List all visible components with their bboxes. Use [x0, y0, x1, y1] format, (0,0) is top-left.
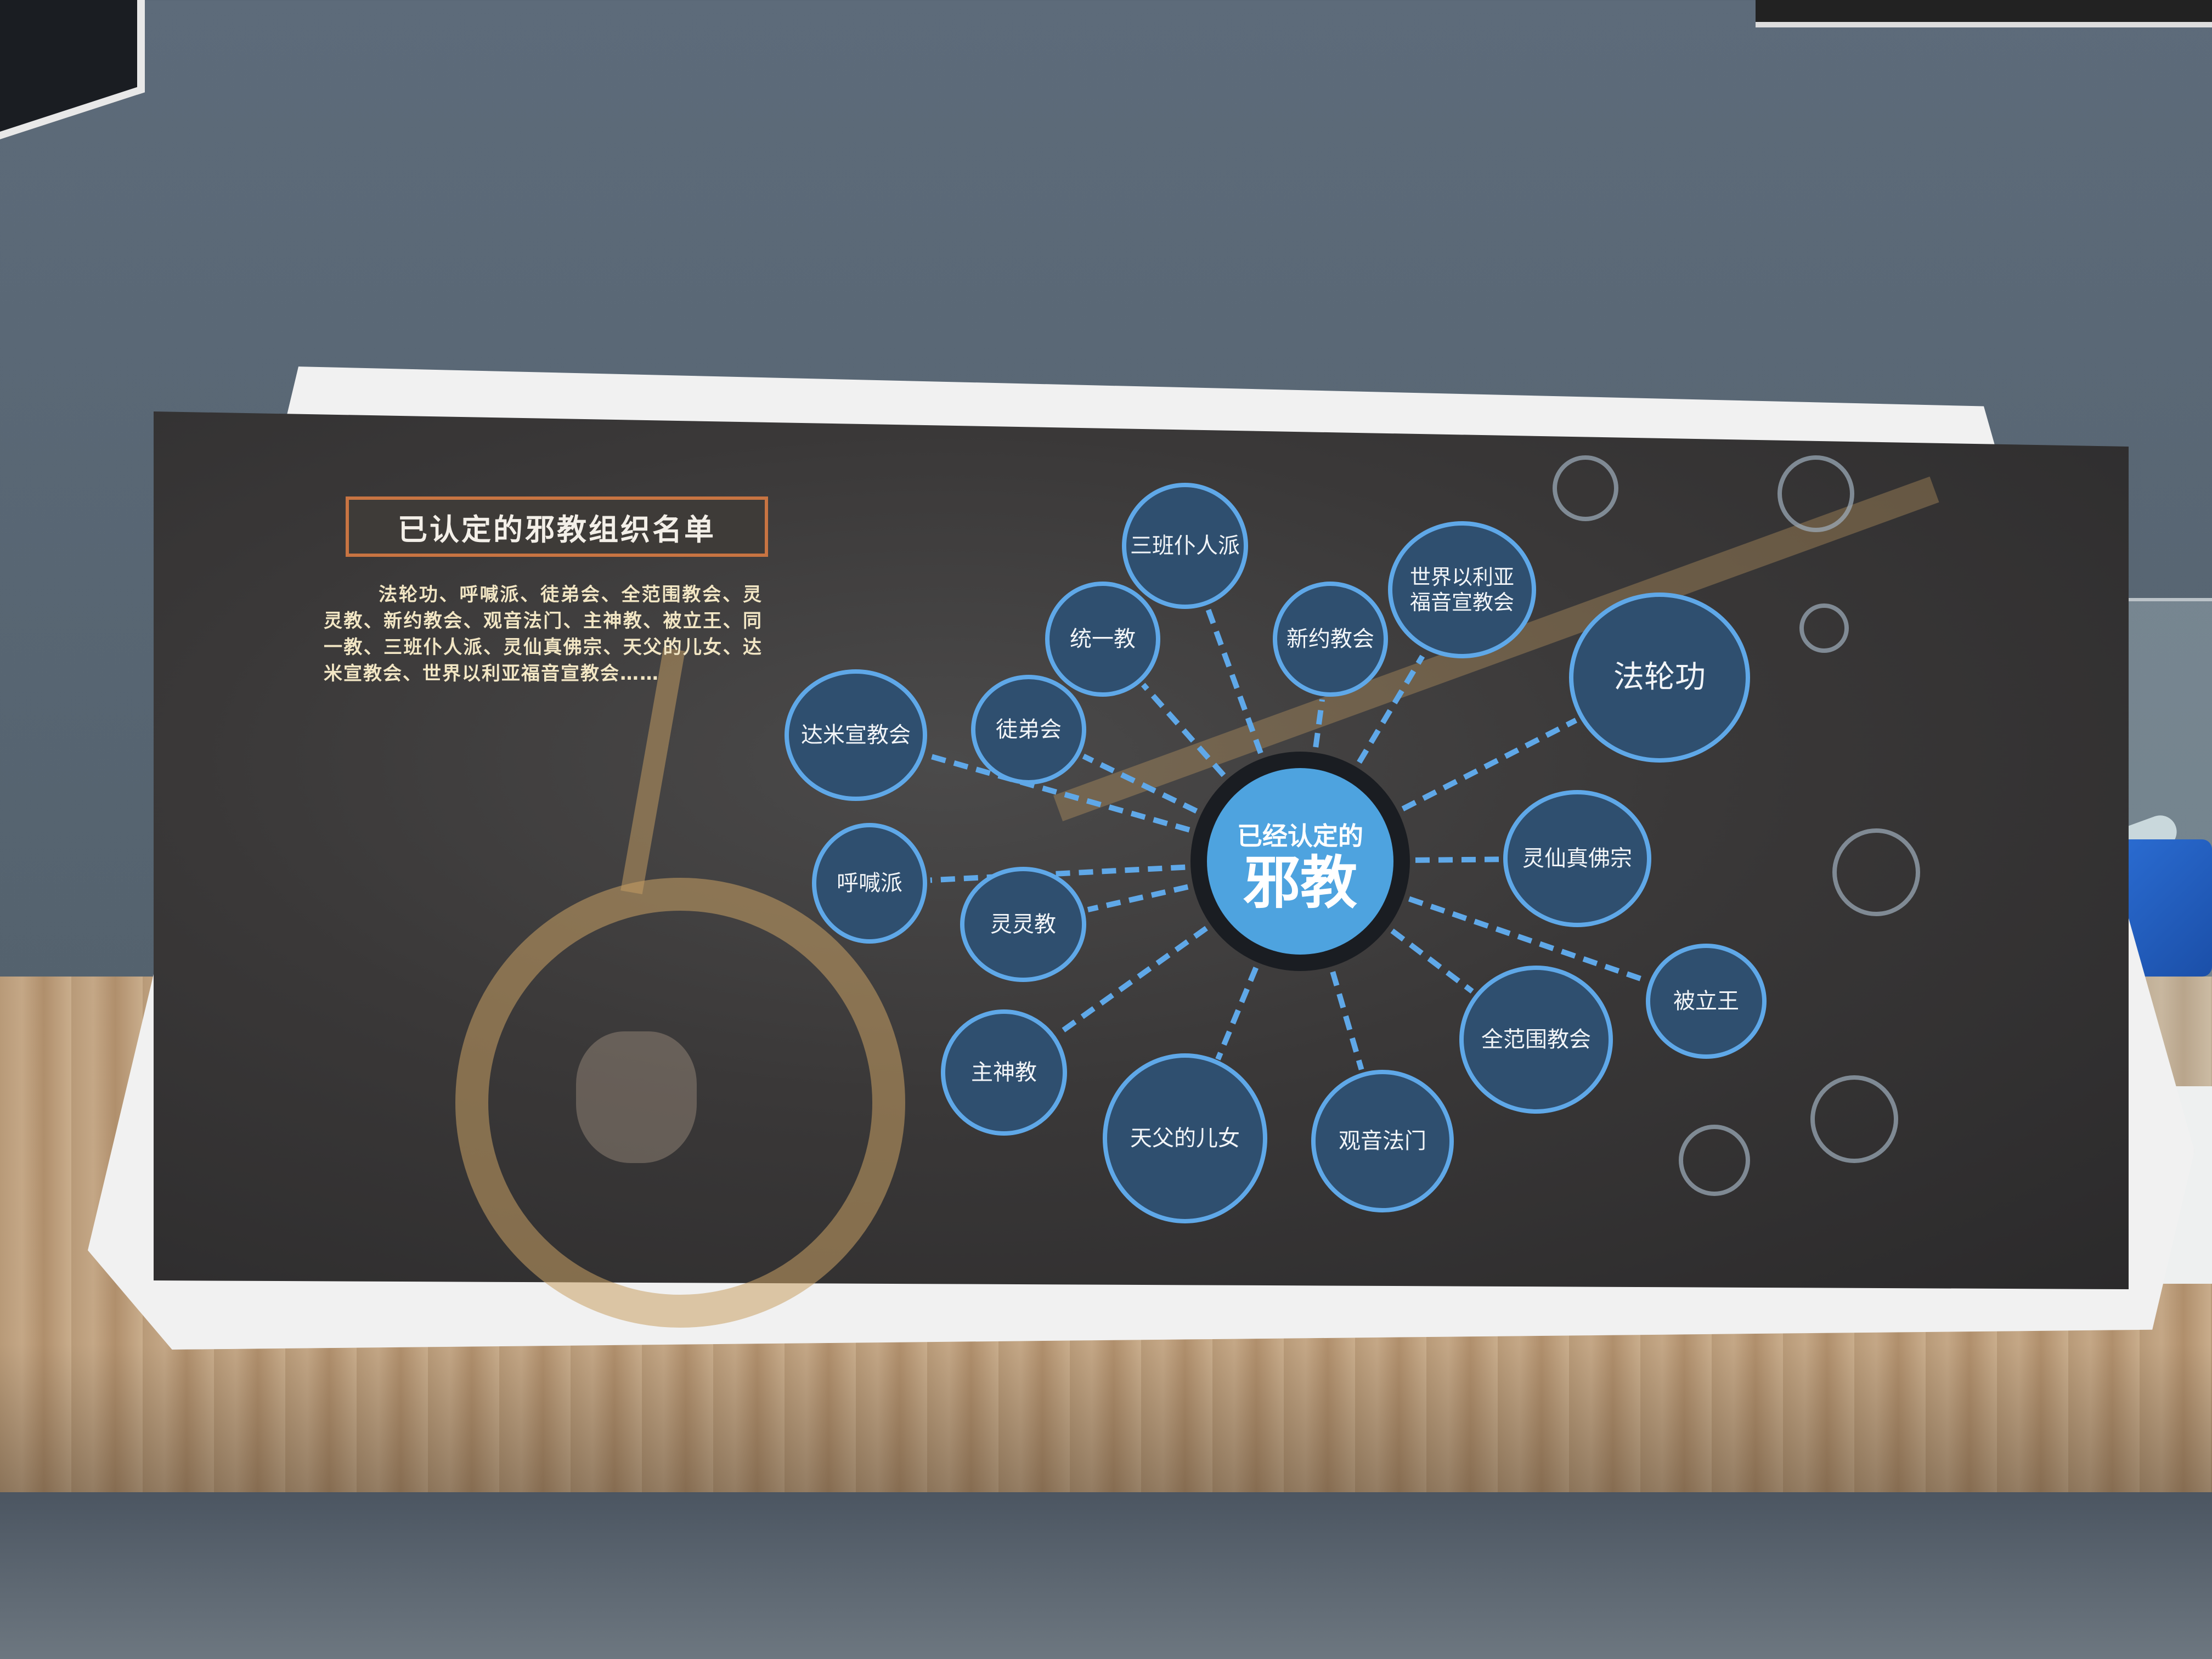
node-tongyi: 统一教	[1045, 582, 1160, 697]
decor-bubble	[1679, 1125, 1750, 1196]
decor-bubble	[1778, 455, 1854, 532]
node-dami: 达米宣教会	[785, 669, 927, 801]
wall-panel-top-right	[1756, 0, 2212, 27]
node-xinyue: 新约教会	[1273, 582, 1388, 697]
node-huhan: 呼喊派	[812, 823, 927, 944]
cult-list-text: 法轮功、呼喊派、徒弟会、全范围教会、灵灵教、新约教会、观音法门、主神教、被立王、…	[324, 584, 763, 685]
center-node: 已经认定的 邪教	[1190, 752, 1410, 971]
board-title: 已认定的邪教组织名单	[346, 496, 768, 557]
decor-bubble	[1810, 1075, 1898, 1163]
node-quanfanwei: 全范围教会	[1459, 966, 1613, 1114]
decor-bubble	[1553, 455, 1618, 521]
center-title: 邪教	[1243, 849, 1357, 916]
floor	[0, 1492, 2212, 1659]
node-yiliya: 世界以利亚 福音宣教会	[1388, 521, 1536, 658]
node-guanyin: 观音法门	[1311, 1070, 1454, 1212]
center-node-inner: 已经认定的 邪教	[1207, 768, 1393, 955]
cartoon-face-illustration	[576, 1031, 697, 1163]
node-zhushen: 主神教	[941, 1009, 1067, 1136]
node-tianfu: 天父的儿女	[1103, 1053, 1267, 1223]
node-beiliwang: 被立王	[1646, 944, 1767, 1059]
node-falungong: 法轮功	[1569, 592, 1750, 763]
wall-picture-frame	[0, 0, 145, 140]
node-lingling: 灵灵教	[960, 867, 1086, 982]
node-tudi: 徒弟会	[971, 675, 1086, 785]
decor-bubble	[1832, 828, 1920, 916]
node-sanban: 三班仆人派	[1122, 483, 1248, 609]
node-lingxian: 灵仙真佛宗	[1503, 790, 1651, 927]
counter-shadow	[0, 1344, 2212, 1509]
center-subtitle: 已经认定的	[1237, 821, 1363, 851]
decor-bubble	[1799, 603, 1849, 653]
